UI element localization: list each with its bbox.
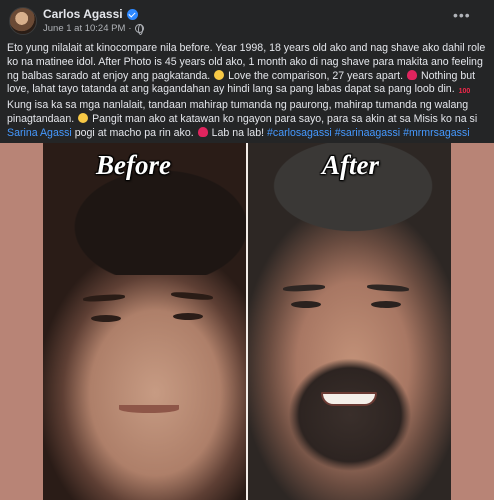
caption-text-6: pogi at macho pa rin ako. bbox=[74, 126, 194, 139]
meta-separator: · bbox=[128, 23, 132, 34]
after-beard bbox=[265, 358, 435, 500]
after-photo bbox=[247, 143, 451, 500]
caption-text-7: Lab na lab! bbox=[211, 126, 265, 139]
photo-divider bbox=[246, 143, 248, 500]
post-meta: June 1 at 10:24 PM · bbox=[43, 23, 144, 35]
after-smile bbox=[321, 392, 377, 406]
red-heart-emoji-icon bbox=[406, 69, 417, 80]
before-mouth bbox=[119, 405, 179, 413]
grinning-face-emoji-icon bbox=[78, 112, 89, 123]
hashtag-link[interactable]: #sarinaagassi bbox=[335, 127, 400, 139]
mention-link[interactable]: Sarina Agassi bbox=[7, 127, 72, 139]
before-left-brow bbox=[82, 293, 126, 303]
after-right-brow bbox=[366, 283, 410, 293]
after-left-eye bbox=[291, 301, 321, 308]
caption-text-5: Pangit man ako at katawan ko ngayon para… bbox=[92, 112, 478, 125]
post-date[interactable]: June 1 at 10:24 PM bbox=[43, 23, 125, 34]
post-caption: Eto yung nilalait at kinocompare nila be… bbox=[7, 42, 491, 141]
before-right-brow bbox=[170, 291, 214, 301]
author-name-row: Carlos Agassi bbox=[43, 7, 138, 21]
before-left-eye bbox=[91, 315, 121, 322]
post-header: Carlos Agassi June 1 at 10:24 PM · ••• bbox=[0, 0, 494, 40]
before-photo bbox=[43, 143, 247, 500]
author-name[interactable]: Carlos Agassi bbox=[43, 7, 123, 21]
after-label: After bbox=[322, 150, 379, 180]
hundred-points-emoji-icon: 100 bbox=[458, 88, 471, 96]
before-right-eye bbox=[173, 313, 203, 320]
verified-badge-icon bbox=[126, 8, 138, 20]
author-avatar[interactable] bbox=[9, 7, 37, 35]
red-heart-emoji-icon-2 bbox=[197, 126, 208, 137]
caption-text-2: Love the comparison, 27 years apart. bbox=[228, 69, 404, 82]
smiling-face-emoji-icon bbox=[214, 69, 225, 80]
hashtag-link[interactable]: #mrmrsagassi bbox=[403, 127, 470, 139]
globe-icon bbox=[134, 24, 144, 35]
before-label: Before bbox=[96, 150, 171, 180]
more-options-button[interactable]: ••• bbox=[453, 8, 473, 26]
after-right-eye bbox=[371, 301, 401, 308]
hashtag-link[interactable]: #carlosagassi bbox=[267, 127, 332, 139]
after-left-brow bbox=[282, 283, 326, 293]
